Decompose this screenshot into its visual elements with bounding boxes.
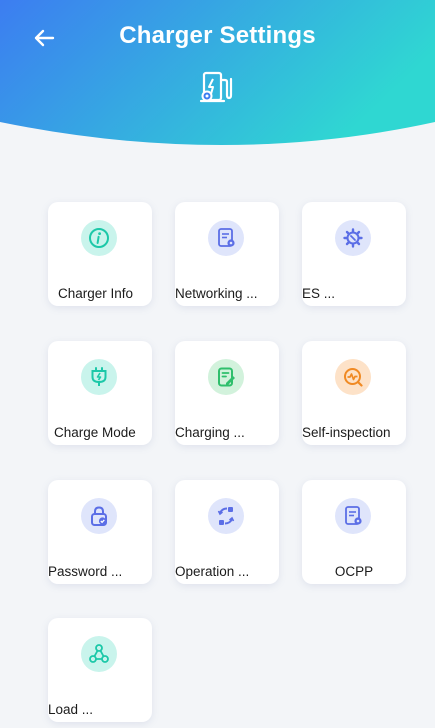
tile-self-inspection[interactable]: Self-inspection xyxy=(302,341,406,445)
charger-settings-icon xyxy=(199,71,233,103)
page-title: Charger Settings xyxy=(119,22,316,49)
tile-label: Load ... xyxy=(48,702,94,717)
tile-networking[interactable]: Networking ... xyxy=(175,202,279,306)
tile-label: Self-inspection xyxy=(302,425,391,440)
gear-wrench-icon xyxy=(335,220,371,256)
tile-label: Password ... xyxy=(48,564,123,579)
lock-check-icon xyxy=(81,498,117,534)
tile-ocpp[interactable]: OCPP xyxy=(302,480,406,584)
tile-charger-info[interactable]: Charger Info xyxy=(48,202,152,306)
tile-load[interactable]: Load ... xyxy=(48,618,152,722)
sync-icon xyxy=(208,498,244,534)
tile-label: OCPP xyxy=(334,564,374,579)
wave-check-icon xyxy=(335,359,371,395)
document-gear-icon xyxy=(335,498,371,534)
tile-label: Operation ... xyxy=(175,564,250,579)
tile-label: Charge Mode xyxy=(54,425,136,440)
triangle-nodes-icon xyxy=(81,636,117,672)
tile-label: ES ... xyxy=(302,286,336,301)
edit-document-icon xyxy=(208,359,244,395)
document-gear-icon xyxy=(208,220,244,256)
plug-bolt-icon xyxy=(81,359,117,395)
info-icon xyxy=(81,220,117,256)
tile-label: Charger Info xyxy=(58,286,134,301)
tile-es[interactable]: ES ... xyxy=(302,202,406,306)
tile-label: Charging ... xyxy=(175,425,245,440)
tile-password[interactable]: Password ... xyxy=(48,480,152,584)
tile-operation[interactable]: Operation ... xyxy=(175,480,279,584)
tile-charging[interactable]: Charging ... xyxy=(175,341,279,445)
tile-charge-mode[interactable]: Charge Mode xyxy=(48,341,152,445)
tile-label: Networking ... xyxy=(175,286,258,301)
header: Charger Settings xyxy=(0,0,435,155)
